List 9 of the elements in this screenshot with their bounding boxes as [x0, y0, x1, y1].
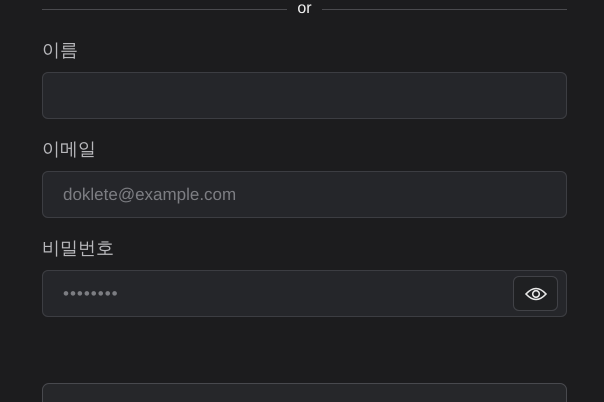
eye-icon [524, 286, 546, 302]
email-field[interactable]: doklete@example.com [42, 171, 567, 218]
field-label: 이메일 [42, 139, 97, 161]
field-label: 비밀번호 [42, 238, 115, 260]
password-field[interactable]: •••••••• [42, 270, 567, 317]
name-field[interactable] [42, 72, 567, 119]
divider-label: or [297, 0, 312, 19]
show-password-button[interactable] [513, 276, 558, 311]
field-label: 이름 [42, 40, 79, 62]
